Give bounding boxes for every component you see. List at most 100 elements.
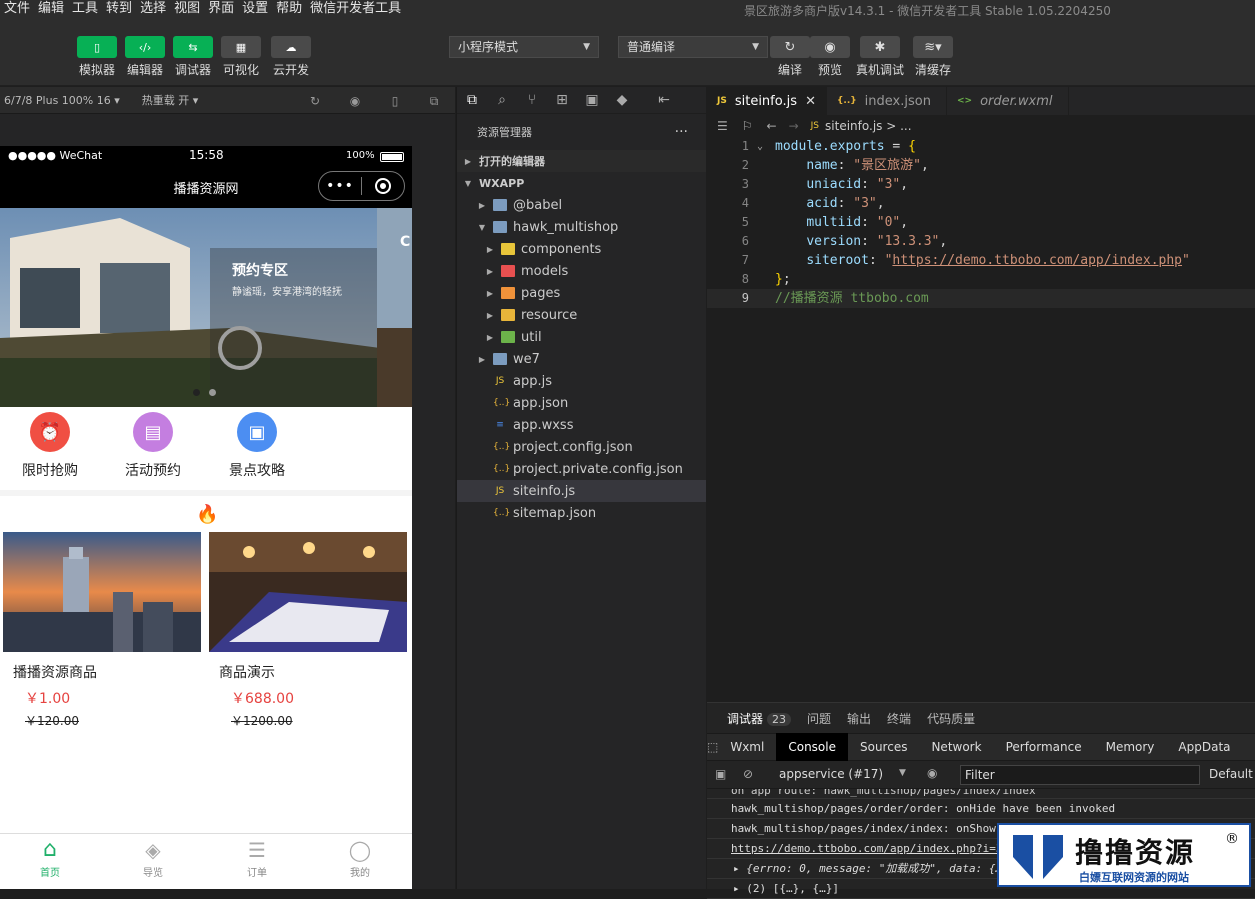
tab-debugger[interactable]: 调试器 23	[727, 710, 792, 727]
remote-debug-button[interactable]: ✱ 真机调试	[856, 36, 904, 78]
context-select[interactable]: appservice (#17)	[779, 767, 883, 781]
open-editors-section[interactable]: ▶ 打开的编辑器	[457, 150, 706, 172]
tab-guide[interactable]: ◈ 导览	[123, 838, 183, 879]
clear-console-icon[interactable]: ⊘	[743, 767, 753, 781]
menu-tools[interactable]: 工具	[68, 0, 102, 18]
tree-item-project-private-config-json[interactable]: {..} project.private.config.json	[457, 458, 706, 480]
editor-button[interactable]: ‹/› 编辑器	[125, 36, 165, 78]
tree-item-pages[interactable]: ▶ pages	[457, 282, 706, 304]
compile-button[interactable]: ↻ 编译	[770, 36, 810, 78]
tree-item-app-json[interactable]: {..} app.json	[457, 392, 706, 414]
tab-index-json[interactable]: {..} index.json	[827, 87, 947, 115]
debugger-button[interactable]: ⇆ 调试器	[173, 36, 213, 78]
product-card[interactable]: 商品演示 ￥688.00 ￥1200.00	[209, 532, 407, 728]
menu-devtools[interactable]: 微信开发者工具	[306, 0, 405, 18]
collapse-panel-icon[interactable]: ⇤	[649, 92, 679, 108]
visual-button[interactable]: ▦ 可视化	[221, 36, 261, 78]
tree-item-siteinfo-js[interactable]: JS siteinfo.js	[457, 480, 706, 502]
tab-memory[interactable]: Memory	[1094, 733, 1167, 761]
menu-interface[interactable]: 界面	[204, 0, 238, 18]
tree-item-sitemap-json[interactable]: {..} sitemap.json	[457, 502, 706, 524]
hot-reload-toggle[interactable]: 热重载 开 ▾	[142, 92, 199, 108]
docker-icon[interactable]: ◆	[607, 92, 637, 108]
filter-input[interactable]: Filter	[960, 765, 1200, 785]
tab-problems[interactable]: 问题	[807, 710, 831, 727]
clear-cache-button[interactable]: ≋▾ 清缓存	[913, 36, 953, 78]
device-select[interactable]: 6/7/8 Plus 100% 16 ▾	[4, 94, 120, 107]
tree-item-components[interactable]: ▶ components	[457, 238, 706, 260]
list-icon[interactable]: ☰	[717, 119, 728, 133]
tab-sources[interactable]: Sources	[848, 733, 919, 761]
tab-network[interactable]: Network	[919, 733, 993, 761]
flash-sale-entry[interactable]: ⏰ 限时抢购	[10, 412, 90, 480]
more-icon[interactable]: •••	[319, 178, 361, 194]
more-icon[interactable]: ···	[675, 124, 688, 140]
search-icon[interactable]: ⌕	[487, 92, 517, 108]
tree-item-we7[interactable]: ▶ we7	[457, 348, 706, 370]
cloud-dev-button[interactable]: ☁ 云开发	[271, 36, 311, 78]
menu-view[interactable]: 视图	[170, 0, 204, 18]
siteroot-link[interactable]: https://demo.ttbobo.com/app/index.php	[892, 253, 1182, 268]
menu-settings[interactable]: 设置	[238, 0, 272, 18]
fold-icon[interactable]: ⌄	[757, 137, 763, 156]
tab-terminal[interactable]: 终端	[887, 710, 911, 727]
inspect-icon[interactable]: ⬚	[707, 740, 718, 754]
tree-item-app-wxss[interactable]: ≡ app.wxss	[457, 414, 706, 436]
close-mini-icon[interactable]	[362, 178, 404, 194]
menu-select[interactable]: 选择	[136, 0, 170, 18]
tab-console[interactable]: Console	[776, 733, 848, 761]
carousel-dot-active[interactable]	[193, 389, 200, 396]
breadcrumb-path[interactable]: siteinfo.js > ...	[825, 119, 912, 133]
menu-file[interactable]: 文件	[0, 0, 34, 18]
git-icon[interactable]: ⑂	[517, 92, 547, 108]
menu-help[interactable]: 帮助	[272, 0, 306, 18]
tab-storage[interactable]: Ste	[1243, 733, 1255, 761]
attraction-guide-entry[interactable]: ▣ 景点攻略	[217, 412, 297, 480]
workspace-section[interactable]: ▼ WXAPP	[457, 172, 706, 194]
tab-output[interactable]: 输出	[847, 710, 871, 727]
carousel-dot[interactable]	[209, 389, 216, 396]
tab-mine[interactable]: ◯ 我的	[330, 838, 390, 879]
activity-booking-entry[interactable]: ▤ 活动预约	[113, 412, 193, 480]
back-arrow-icon[interactable]: ←	[767, 119, 777, 133]
bookmark-icon[interactable]: ⚐	[742, 119, 753, 133]
tab-code-quality[interactable]: 代码质量	[927, 710, 975, 727]
storage-icon[interactable]: ▣	[577, 92, 607, 108]
extensions-icon[interactable]: ⊞	[547, 92, 577, 108]
tab-appdata[interactable]: AppData	[1166, 733, 1242, 761]
phone-icon[interactable]: ▯	[388, 94, 402, 108]
menu-goto[interactable]: 转到	[102, 0, 136, 18]
tab-wxml[interactable]: Wxml	[718, 733, 776, 761]
product-card[interactable]: 播播资源商品 ￥1.00 ￥120.00	[3, 532, 201, 728]
menu-edit[interactable]: 编辑	[34, 0, 68, 18]
forward-arrow-icon[interactable]: →	[789, 119, 799, 133]
phone-simulator[interactable]: ●●●●● WeChat 15:58 100% 播播资源网 ••• 预约专区 静…	[0, 146, 412, 889]
tab-orders[interactable]: ☰ 订单	[227, 838, 287, 879]
banner-carousel[interactable]: 预约专区 静谧瑶，安享港湾的轻抚 C	[0, 208, 412, 407]
files-icon[interactable]: ⧉	[457, 92, 487, 108]
tree-item-babel[interactable]: ▶ @babel	[457, 194, 706, 216]
close-icon[interactable]: ✕	[805, 94, 816, 109]
tab-performance[interactable]: Performance	[994, 733, 1094, 761]
simulator-button[interactable]: ▯ 模拟器	[77, 36, 117, 78]
tab-order-wxml[interactable]: <> order.wxml	[947, 87, 1069, 115]
code-area[interactable]: 1 ⌄ module.exports = { 2 name: "景区旅游", 3 u…	[707, 137, 1255, 308]
stop-icon[interactable]: ◉	[348, 94, 362, 108]
sidebar-toggle-icon[interactable]: ▣	[715, 767, 726, 781]
tree-item-util[interactable]: ▶ util	[457, 326, 706, 348]
tree-item-hawk-multishop[interactable]: ▼ hawk_multishop	[457, 216, 706, 238]
capsule-menu[interactable]: •••	[318, 171, 405, 201]
mode-select[interactable]: 小程序模式 ▼	[449, 36, 599, 58]
eye-icon[interactable]: ◉	[927, 766, 937, 780]
refresh-icon[interactable]: ↻	[308, 94, 322, 108]
preview-button[interactable]: ◉ 预览	[810, 36, 850, 78]
tree-item-app-js[interactable]: JS app.js	[457, 370, 706, 392]
levels-select[interactable]: Default le	[1209, 767, 1255, 781]
tree-item-models[interactable]: ▶ models	[457, 260, 706, 282]
tree-item-project-config-json[interactable]: {..} project.config.json	[457, 436, 706, 458]
tab-home[interactable]: ⌂ 首页	[20, 838, 80, 880]
tree-item-resource[interactable]: ▶ resource	[457, 304, 706, 326]
compile-select[interactable]: 普通编译 ▼	[618, 36, 768, 58]
tab-siteinfo-js[interactable]: JS siteinfo.js ✕	[707, 87, 827, 115]
window-icon[interactable]: ⧉	[427, 94, 441, 108]
